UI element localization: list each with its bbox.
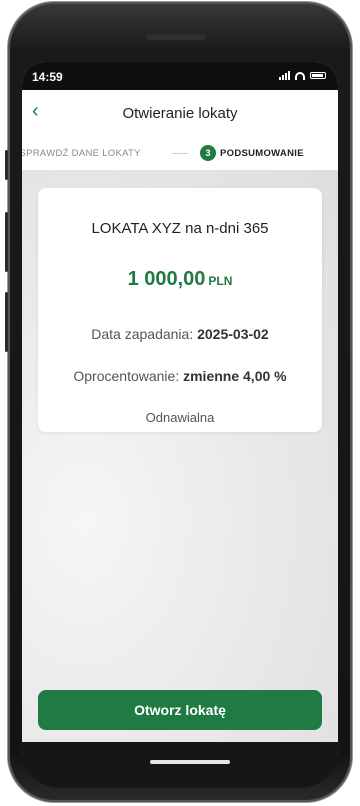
step-current-number: 3 (200, 145, 216, 161)
step-current-label: PODSUMOWANIE (220, 148, 304, 159)
open-deposit-button[interactable]: Otworz lokatę (38, 690, 322, 730)
home-indicator[interactable] (150, 760, 230, 764)
interest-value: zmienne 4,00 % (183, 368, 287, 384)
app-header: ‹ Otwieranie lokaty (22, 90, 338, 136)
maturity-value: 2025-03-02 (197, 326, 269, 342)
product-name: LOKATA XYZ na n-dni 365 (91, 220, 269, 237)
side-button (5, 292, 8, 352)
status-bar: 14:59 (22, 62, 338, 90)
phone-bottom-bar (22, 742, 338, 788)
step-divider (172, 153, 188, 154)
side-button (5, 150, 8, 180)
signal-icon (279, 71, 290, 80)
maturity-label: Data zapadania: (91, 326, 194, 342)
maturity-row: Data zapadania: 2025-03-02 (38, 326, 322, 342)
step-indicator: 2 SPRAWDŹ DANE LOKATY 3 PODSUMOWANIE (22, 136, 338, 171)
speaker-slot (146, 34, 206, 40)
status-icons (279, 71, 326, 80)
renewal-text: Odnawialna (145, 410, 215, 425)
status-time: 14:59 (32, 70, 63, 84)
step-previous-label: SPRAWDŹ DANE LOKATY (22, 148, 141, 159)
summary-card: LOKATA XYZ na n-dni 365 1 000,00 PLN Data… (38, 188, 322, 432)
interest-row: Oprocentowanie: zmienne 4,00 % (38, 368, 322, 384)
app-screen: 14:59 ‹ Otwieranie lokaty 2 SPRAWDŹ DANE… (22, 62, 338, 756)
side-button (5, 212, 8, 272)
wifi-icon (295, 71, 305, 80)
interest-label: Oprocentowanie: (73, 368, 180, 384)
amount-value: 1 000,00 (127, 268, 206, 290)
page-title: Otwieranie lokaty (122, 105, 238, 122)
amount-currency: PLN (208, 274, 233, 288)
deposit-amount: 1 000,00 PLN (38, 268, 322, 291)
step-previous[interactable]: 2 SPRAWDŹ DANE LOKATY (22, 148, 141, 159)
battery-icon (310, 72, 326, 79)
